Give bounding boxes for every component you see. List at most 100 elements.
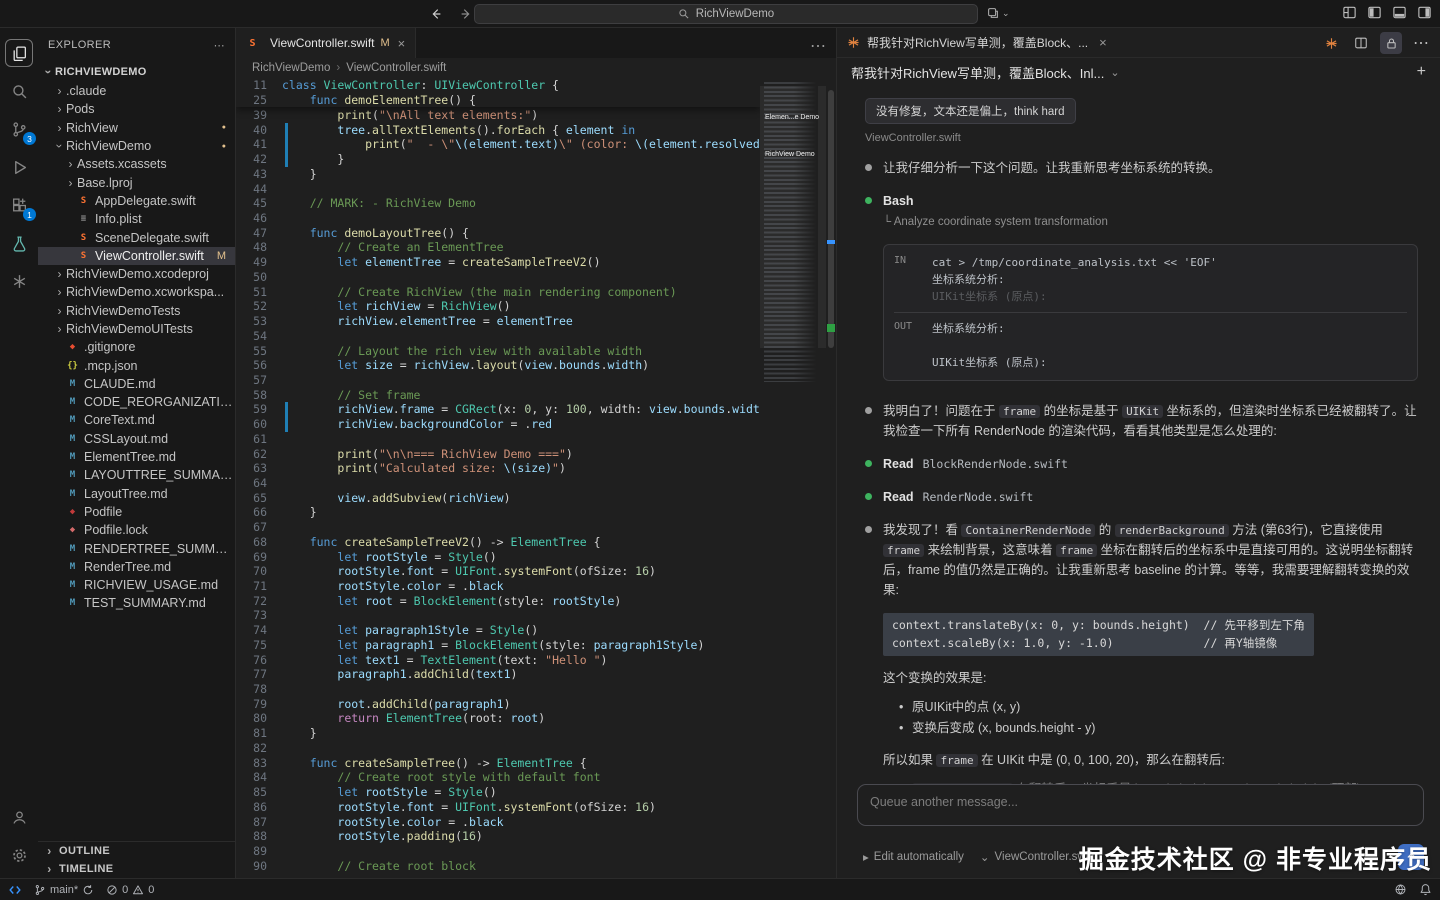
- code-line[interactable]: 58 // Set frame: [236, 388, 760, 403]
- file-row[interactable]: S ViewController.swift M: [38, 246, 235, 265]
- notifications-bell-icon[interactable]: [1419, 883, 1432, 896]
- file-row[interactable]: › Assets.xcassets: [38, 155, 235, 173]
- code-line[interactable]: 54: [236, 329, 760, 344]
- toggle-secondary-sidebar-icon[interactable]: [1417, 5, 1432, 20]
- chat-input[interactable]: Queue another message...: [857, 784, 1424, 826]
- code-line[interactable]: 41 print(" - \"\(element.text)\" (color:…: [236, 137, 760, 152]
- layout-grid-icon[interactable]: [1342, 5, 1357, 20]
- file-row[interactable]: M ElementTree.md: [38, 448, 235, 466]
- file-row[interactable]: › RichViewDemo.xcodeproj: [38, 265, 235, 283]
- editor-tab[interactable]: S ViewController.swift M ×: [236, 28, 417, 58]
- code-line[interactable]: 79 root.addChild(paragraph1): [236, 697, 760, 712]
- open-changes-icon[interactable]: [986, 6, 1000, 20]
- chat-more-actions-icon[interactable]: ⋯: [1410, 32, 1432, 54]
- code-line[interactable]: 78: [236, 682, 760, 697]
- accounts-icon[interactable]: [5, 803, 33, 831]
- file-row[interactable]: ◆ Podfile: [38, 503, 235, 521]
- code-line[interactable]: 74 let paragraph1Style = Style(): [236, 623, 760, 638]
- code-line[interactable]: 11 class ViewController: UIViewController…: [236, 78, 760, 93]
- code-line[interactable]: 87 rootStyle.color = .black: [236, 815, 760, 830]
- code-line[interactable]: 44: [236, 182, 760, 197]
- code-line[interactable]: 59 richView.frame = CGRect(x: 0, y: 100,…: [236, 402, 760, 417]
- code-line[interactable]: 90 // Create root block: [236, 859, 760, 874]
- code-line[interactable]: 53 richView.elementTree = elementTree: [236, 314, 760, 329]
- code-line[interactable]: 61: [236, 432, 760, 447]
- settings-gear-icon[interactable]: [5, 841, 33, 869]
- git-branch-status[interactable]: main*: [34, 884, 94, 896]
- toggle-sidebar-icon[interactable]: [1367, 5, 1382, 20]
- editor-more-actions-icon[interactable]: ⋯: [810, 36, 826, 56]
- forward-button[interactable]: [456, 4, 476, 24]
- breadcrumb-item[interactable]: RichViewDemo: [252, 62, 330, 74]
- breadcrumb[interactable]: RichViewDemo › ViewController.swift: [236, 58, 836, 78]
- file-row[interactable]: M RENDERTREE_SUMMARY.md: [38, 539, 235, 557]
- file-row[interactable]: › RichViewDemoTests: [38, 302, 235, 320]
- source-control-view-icon[interactable]: 3: [5, 115, 36, 145]
- more-actions-icon[interactable]: ⋯: [214, 39, 225, 52]
- file-row[interactable]: {} .mcp.json: [38, 356, 235, 374]
- code-line[interactable]: 55 // Layout the rich view with availabl…: [236, 344, 760, 359]
- file-row[interactable]: M TEST_SUMMARY.md: [38, 594, 235, 612]
- code-line[interactable]: 47 func demoLayoutTree() {: [236, 226, 760, 241]
- remote-indicator[interactable]: [8, 883, 22, 897]
- code-line[interactable]: 73: [236, 608, 760, 623]
- code-line[interactable]: 48 // Create an ElementTree: [236, 240, 760, 255]
- file-row[interactable]: M CLAUDE.md: [38, 375, 235, 393]
- code-line[interactable]: 80 return ElementTree(root: root): [236, 711, 760, 726]
- run-debug-view-icon[interactable]: [5, 153, 33, 181]
- code-line[interactable]: 82: [236, 741, 760, 756]
- tool-call[interactable]: Read BlockRenderNode.swift: [865, 454, 1418, 474]
- code-editor[interactable]: 39 print("\nAll text elements:") 40 tree.…: [236, 78, 760, 878]
- close-icon[interactable]: ×: [1099, 35, 1107, 50]
- toggle-panel-icon[interactable]: [1392, 5, 1407, 20]
- code-line[interactable]: 77 paragraph1.addChild(text1): [236, 667, 760, 682]
- chat-tab[interactable]: 帮我针对RichView写单测，覆盖Block、... ×: [837, 28, 1117, 57]
- code-line[interactable]: 76 let text1 = TextElement(text: "Hello …: [236, 653, 760, 668]
- code-line[interactable]: 85 let rootStyle = Style(): [236, 785, 760, 800]
- timeline-panel-header[interactable]: › TIMELINE: [38, 860, 235, 878]
- code-line[interactable]: 84 // Create root style with default fon…: [236, 770, 760, 785]
- file-row[interactable]: M RICHVIEW_USAGE.md: [38, 576, 235, 594]
- extensions-view-icon[interactable]: 1: [5, 191, 36, 221]
- code-line[interactable]: 83 func createSampleTree() -> ElementTre…: [236, 756, 760, 771]
- code-line[interactable]: 42 }: [236, 152, 760, 167]
- problems-status[interactable]: 0 0: [106, 884, 154, 896]
- code-line[interactable]: 51 // Create RichView (the main renderin…: [236, 285, 760, 300]
- code-line[interactable]: 62 print("\n\n=== RichView Demo ==="): [236, 447, 760, 462]
- file-row[interactable]: › Pods: [38, 100, 235, 118]
- code-line[interactable]: 81 }: [236, 726, 760, 741]
- file-row[interactable]: M RenderTree.md: [38, 558, 235, 576]
- file-row[interactable]: ◆ Podfile.lock: [38, 521, 235, 539]
- code-line[interactable]: 56 let size = richView.layout(view.bound…: [236, 358, 760, 373]
- file-row[interactable]: › RichViewDemo.xcworkspa...: [38, 283, 235, 301]
- file-row[interactable]: M CSSLayout.md: [38, 430, 235, 448]
- file-row[interactable]: M LAYOUTTREE_SUMMARY.md: [38, 466, 235, 484]
- code-line[interactable]: 57: [236, 373, 760, 388]
- context-file-chip[interactable]: ⌄ ViewController.swift: [980, 850, 1095, 864]
- code-line[interactable]: 75 let paragraph1 = BlockElement(style: …: [236, 638, 760, 653]
- chevron-down-icon[interactable]: ⌄: [1110, 66, 1119, 79]
- lock-button[interactable]: [1380, 32, 1402, 54]
- back-button[interactable]: [426, 4, 446, 24]
- file-row[interactable]: M LayoutTree.md: [38, 485, 235, 503]
- code-line[interactable]: 71 rootStyle.color = .black: [236, 579, 760, 594]
- code-line[interactable]: 66 }: [236, 505, 760, 520]
- code-line[interactable]: 64: [236, 476, 760, 491]
- editor-scrollbar[interactable]: [826, 78, 836, 878]
- edit-mode-toggle[interactable]: ▸ Edit automatically: [863, 850, 964, 864]
- minimap[interactable]: Elemen...e Demo RichView Demo: [760, 78, 826, 878]
- file-row[interactable]: S SceneDelegate.swift: [38, 228, 235, 246]
- code-line[interactable]: 89: [236, 844, 760, 859]
- code-line[interactable]: 86 rootStyle.font = UIFont.systemFont(of…: [236, 800, 760, 815]
- code-line[interactable]: 68 func createSampleTreeV2() -> ElementT…: [236, 535, 760, 550]
- code-line[interactable]: 50: [236, 270, 760, 285]
- context-file-label[interactable]: ViewController.swift: [865, 132, 1418, 144]
- code-line[interactable]: 45 // MARK: - RichView Demo: [236, 196, 760, 211]
- claude-extension-icon[interactable]: [5, 267, 33, 295]
- code-line[interactable]: 39 print("\nAll text elements:"): [236, 108, 760, 123]
- file-row[interactable]: › RichView ●: [38, 119, 235, 137]
- breadcrumb-item[interactable]: ViewController.swift: [346, 62, 446, 74]
- tool-call[interactable]: Bash └ Analyze coordinate system transfor…: [865, 191, 1418, 231]
- file-row[interactable]: › RichViewDemoUITests: [38, 320, 235, 338]
- outline-panel-header[interactable]: › OUTLINE: [38, 842, 235, 860]
